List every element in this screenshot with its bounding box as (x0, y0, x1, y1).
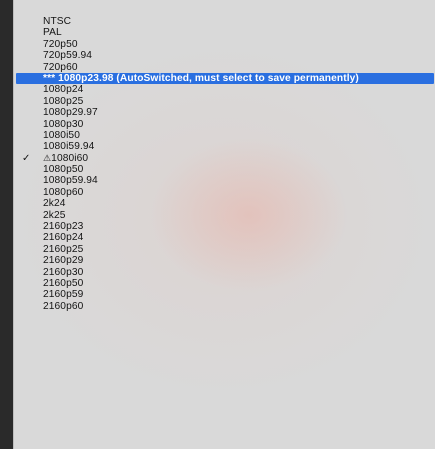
menu-item-label: 2160p29 (43, 255, 84, 267)
menu-item-ntsc[interactable]: NTSC (14, 16, 435, 27)
menu-item-label: 1080p59.94 (43, 175, 98, 187)
menu-item-label: 2160p50 (43, 277, 84, 289)
menu-item-1080p25[interactable]: 1080p25 (14, 96, 435, 107)
menu-item-2160p60[interactable]: 2160p60 (14, 301, 435, 312)
menu-item-2k25[interactable]: 2k25 (14, 210, 435, 221)
menu-item-label: 2160p59 (43, 289, 84, 301)
menu-item-1080p30[interactable]: 1080p30 (14, 119, 435, 130)
menu-item-label: 2k25 (43, 209, 66, 221)
menu-item-label: *** 1080p23.98 (AutoSwitched, must selec… (43, 72, 359, 84)
menu-item-label: NTSC (43, 16, 72, 27)
menu-item-pal[interactable]: PAL (14, 27, 435, 38)
menu-item-label: 1080p24 (43, 84, 84, 96)
menu-item-1080p24[interactable]: 1080p24 (14, 84, 435, 95)
menu-item-2160p25[interactable]: 2160p25 (14, 244, 435, 255)
menu-item-1080p23-98-autoswitched[interactable]: *** 1080p23.98 (AutoSwitched, must selec… (16, 72, 434, 85)
menu-item-label: 1080i60 (51, 152, 89, 164)
menu-item-label: 1080p50 (43, 164, 84, 176)
menu-item-1080i50[interactable]: 1080i50 (14, 130, 435, 141)
menu-item-2160p23[interactable]: 2160p23 (14, 221, 435, 232)
video-format-menu: NTSC PAL 720p50 720p59.94 720p60 *** 108… (13, 0, 435, 449)
menu-item-1080p59-94[interactable]: 1080p59.94 (14, 175, 435, 186)
menu-item-720p60[interactable]: 720p60 (14, 62, 435, 73)
checkmark-icon: ✓ (22, 152, 31, 164)
menu-item-2160p30[interactable]: 2160p30 (14, 267, 435, 278)
menu-item-1080i59-94[interactable]: 1080i59.94 (14, 141, 435, 152)
menu-item-1080p29-97[interactable]: 1080p29.97 (14, 107, 435, 118)
menu-item-label: 720p60 (43, 61, 78, 73)
menu-item-2k24[interactable]: 2k24 (14, 198, 435, 209)
menu-item-label: 2160p24 (43, 232, 84, 244)
menu-item-1080i60[interactable]: ✓ ⚠1080i60 (14, 153, 435, 164)
menu-item-label: 720p50 (43, 38, 78, 50)
warning-triangle-icon: ⚠ (43, 152, 52, 163)
menu-item-720p50[interactable]: 720p50 (14, 39, 435, 50)
menu-item-label: 1080p29.97 (43, 107, 98, 119)
menu-item-label: 2k24 (43, 198, 66, 210)
menu-item-1080p60[interactable]: 1080p60 (14, 187, 435, 198)
menu-item-2160p24[interactable]: 2160p24 (14, 232, 435, 243)
menu-item-label: 1080i59.94 (43, 141, 95, 153)
menu-item-label: 2160p60 (43, 300, 84, 312)
menu-item-1080p50[interactable]: 1080p50 (14, 164, 435, 175)
menu-item-2160p29[interactable]: 2160p29 (14, 255, 435, 266)
menu-item-720p59-94[interactable]: 720p59.94 (14, 50, 435, 61)
menu-item-label: 1080p60 (43, 186, 84, 198)
menu-item-label: 1080p25 (43, 95, 84, 107)
menu-item-label: 720p59.94 (43, 50, 93, 62)
menu-item-2160p50[interactable]: 2160p50 (14, 278, 435, 289)
menu-item-label: 1080p30 (43, 118, 84, 130)
menu-item-label: 1080i50 (43, 129, 80, 141)
menu-item-2160p59[interactable]: 2160p59 (14, 289, 435, 300)
menu-item-label: 2160p23 (43, 221, 84, 233)
menu-item-label: 2160p25 (43, 243, 84, 255)
menu-item-label: PAL (43, 27, 62, 39)
menu-item-label: 2160p30 (43, 266, 84, 278)
